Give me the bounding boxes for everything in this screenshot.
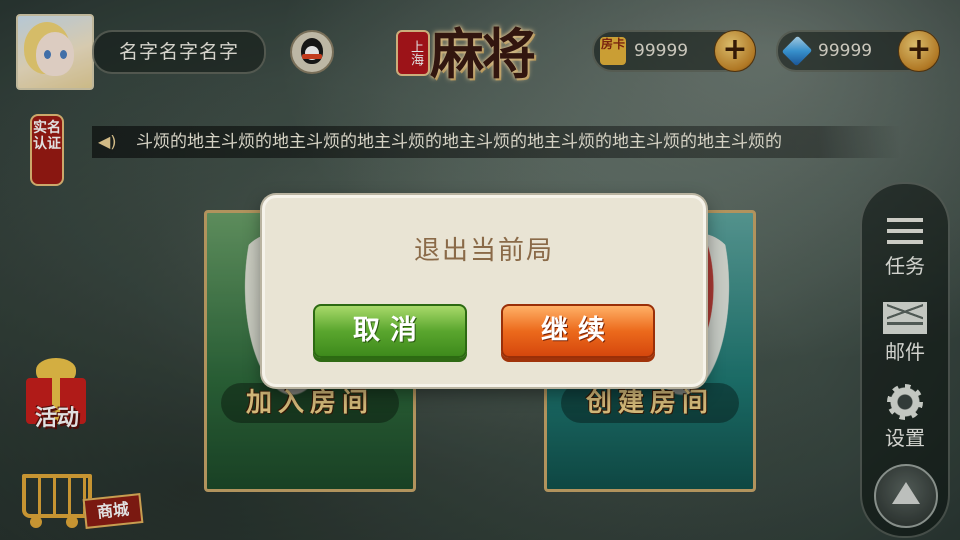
exit-dialog: 退出当前局 取消 继续 [262, 195, 706, 387]
continue-button[interactable]: 继续 [501, 304, 655, 358]
cancel-button[interactable]: 取消 [313, 304, 467, 358]
dialog-title: 退出当前局 [413, 236, 554, 266]
